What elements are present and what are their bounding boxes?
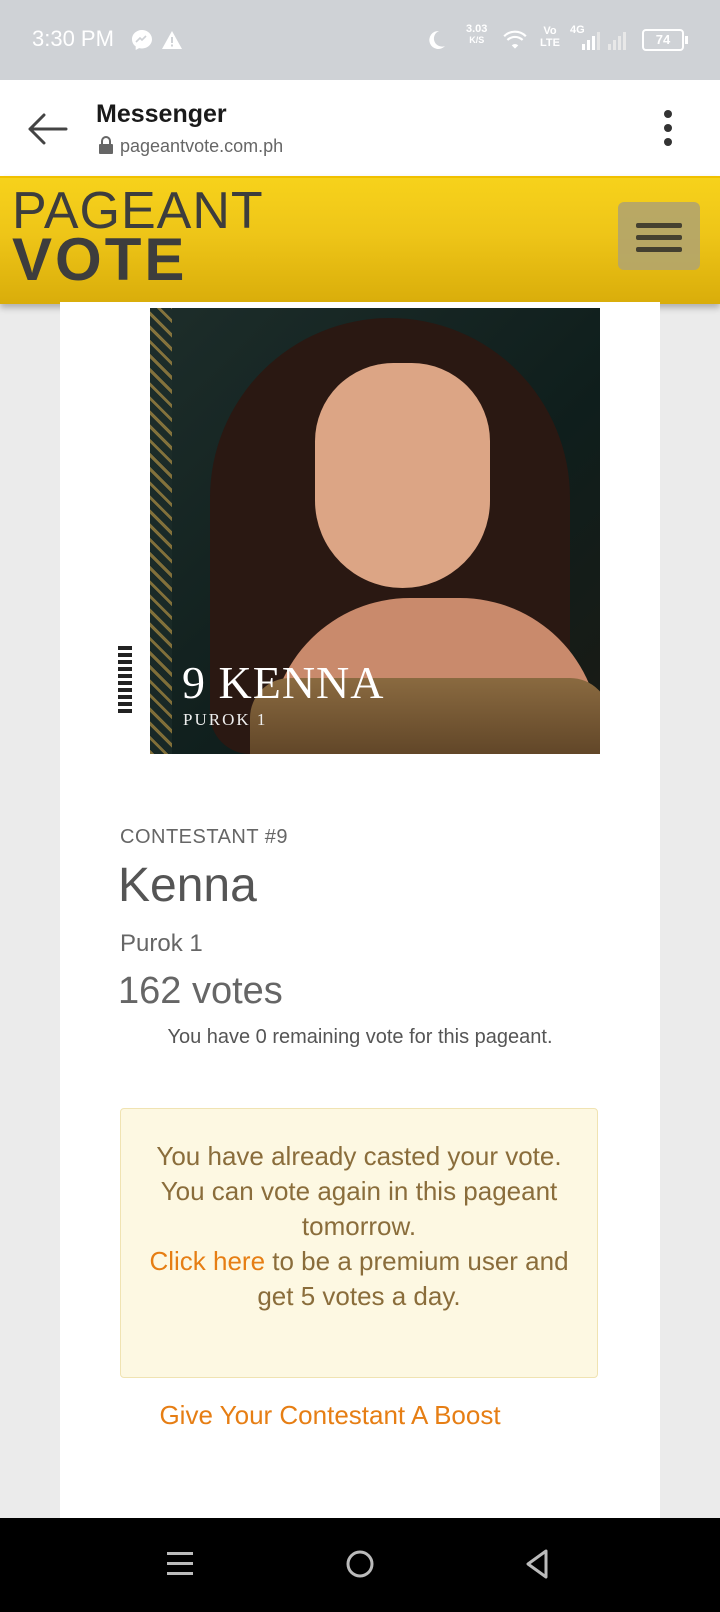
site-header: PAGEANT VOTE: [0, 176, 720, 304]
lock-icon: [99, 136, 113, 154]
back-arrow-icon[interactable]: [22, 108, 70, 150]
vote-count: 162 votes: [118, 970, 283, 1012]
wifi-icon: [503, 30, 527, 49]
notice-line-3: Click here to be a premium user and get …: [121, 1244, 597, 1314]
contestant-name: Kenna: [118, 859, 257, 912]
more-vert-icon[interactable]: [654, 106, 682, 150]
url-text: pageantvote.com.ph: [120, 136, 284, 156]
moon-icon: [429, 30, 445, 49]
premium-link[interactable]: Click here: [149, 1246, 265, 1276]
photo-caption-name: 9 KENNA: [182, 657, 385, 708]
contestant-card: 9 KENNA PUROK 1 CONTESTANT #9 Kenna Puro…: [60, 302, 660, 1518]
contestant-place: Purok 1: [120, 930, 203, 957]
photo-border-pattern: [150, 308, 172, 754]
qr-code-icon: [118, 646, 132, 716]
notice-line-2: You can vote again in this pageant tomor…: [160, 1176, 558, 1241]
contestant-label: CONTESTANT #9: [120, 826, 289, 848]
messenger-icon: [132, 30, 152, 50]
signal-icon: [582, 32, 626, 50]
vote-notice-box: You have already casted your vote. You c…: [120, 1108, 598, 1378]
back-icon[interactable]: [524, 1548, 552, 1580]
notice-line-3-rest: to be a premium user and get 5 votes a d…: [257, 1246, 569, 1311]
boost-link[interactable]: Give Your Contestant A Boost: [60, 1400, 600, 1431]
status-time: 3:30 PM: [32, 26, 114, 51]
notice-line-1: You have already casted your vote.: [156, 1141, 562, 1171]
network-speed: 3.03 K/S: [466, 23, 488, 46]
home-icon[interactable]: [344, 1548, 376, 1580]
browser-title: Messenger: [96, 100, 227, 128]
warning-icon: [162, 31, 182, 49]
recents-icon[interactable]: [166, 1548, 194, 1580]
remaining-votes-text: You have 0 remaining vote for this pagea…: [167, 1026, 553, 1048]
contestant-photo: 9 KENNA PUROK 1: [150, 308, 600, 754]
status-bar: 3:30 PM 3.03 K/S Vo LTE 4G 74: [0, 0, 720, 80]
navigation-bar: [0, 1518, 720, 1612]
url-display[interactable]: pageantvote.com.ph: [98, 136, 283, 157]
battery-indicator: 74: [642, 29, 688, 51]
browser-toolbar: Messenger pageantvote.com.ph: [0, 80, 720, 176]
logo-vote[interactable]: VOTE: [12, 228, 187, 292]
hamburger-icon[interactable]: [618, 202, 700, 270]
volte-icon: Vo LTE: [540, 25, 560, 49]
photo-caption-place: PUROK 1: [183, 710, 268, 729]
